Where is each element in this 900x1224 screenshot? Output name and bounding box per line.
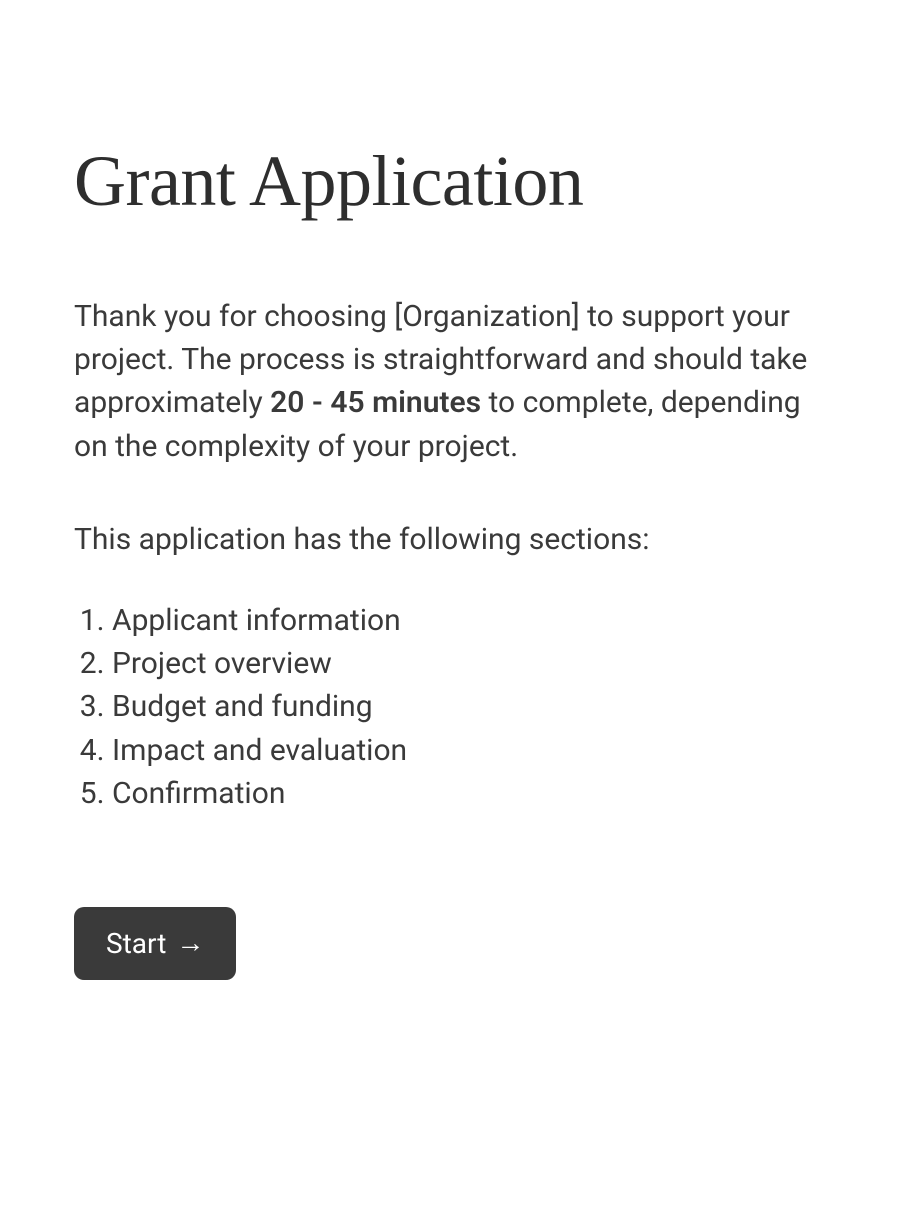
list-item: Applicant information [112,599,826,642]
intro-text-bold: 20 - 45 minutes [270,385,481,420]
intro-paragraph: Thank you for choosing [Organization] to… [74,295,826,468]
list-item: Project overview [112,642,826,685]
sections-intro: This application has the following secti… [74,518,826,561]
start-button[interactable]: Start → [74,907,236,980]
list-item: Impact and evaluation [112,729,826,772]
list-item: Budget and funding [112,685,826,728]
list-item: Confirmation [112,772,826,815]
arrow-right-icon: → [176,929,204,957]
start-button-label: Start [106,927,166,960]
page-title: Grant Application [74,140,826,223]
sections-list: Applicant information Project overview B… [74,599,826,815]
